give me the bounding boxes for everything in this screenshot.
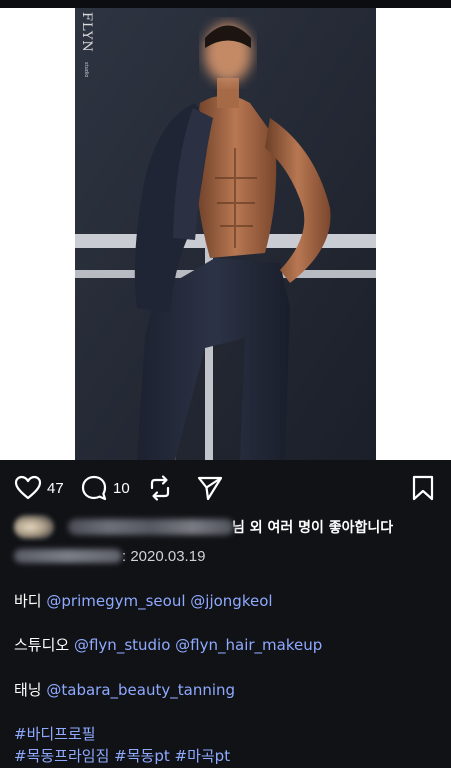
action-bar: 47 10	[0, 470, 451, 506]
mention-link[interactable]: @jjongkeol	[190, 592, 272, 610]
share-button[interactable]	[196, 470, 224, 506]
caption-studio-line: 스튜디오 @flyn_studio @flyn_hair_makeup	[14, 635, 322, 655]
bookmark-icon	[412, 475, 434, 501]
caption-tanning-line: 태닝 @tabara_beauty_tanning	[14, 680, 235, 700]
like-count: 47	[47, 479, 64, 497]
fitness-portrait-image	[75, 8, 376, 460]
hashtag-link[interactable]: #바디프로필	[14, 725, 96, 743]
post-media[interactable]: FLYN studio	[0, 8, 451, 460]
post-photo[interactable]: FLYN studio	[75, 8, 376, 460]
comment-count: 10	[113, 479, 130, 497]
liker-name-redacted[interactable]	[68, 519, 234, 535]
mention-link[interactable]: @flyn_hair_makeup	[175, 636, 322, 654]
caption-hashtags-line-1: #바디프로필	[14, 724, 96, 744]
repost-button[interactable]	[147, 470, 173, 506]
likes-summary[interactable]: 님 외 여러 명이 좋아합니다	[14, 514, 439, 540]
caption-label: 태닝	[14, 681, 42, 699]
brand-logo: FLYN	[79, 12, 94, 53]
comment-button[interactable]: 10	[80, 470, 130, 506]
post-date-row: : 2020.03.19	[14, 544, 205, 568]
hashtag-link[interactable]: #목동프라임짐	[14, 747, 109, 765]
mention-link[interactable]: @primegym_seoul	[46, 592, 185, 610]
heart-icon	[14, 475, 42, 500]
caption-label: 스튜디오	[14, 636, 70, 654]
author-redacted	[14, 549, 122, 563]
hashtag-link[interactable]: #목동pt	[114, 747, 170, 765]
repost-icon	[150, 475, 170, 501]
liker-avatar[interactable]	[14, 515, 54, 539]
brand-subtitle: studio	[83, 62, 89, 78]
hashtag-link[interactable]: #마곡pt	[175, 747, 231, 765]
caption-hashtags-line-2: #목동프라임짐 #목동pt #마곡pt	[14, 746, 230, 766]
likes-text: 님 외 여러 명이 좋아합니다	[232, 520, 394, 536]
caption-label: 바디	[14, 592, 42, 610]
caption-body-line: 바디 @primegym_seoul @jjongkeol	[14, 591, 273, 611]
top-bar	[0, 0, 451, 8]
send-icon	[197, 476, 223, 501]
save-button[interactable]	[411, 470, 435, 506]
comment-icon	[81, 475, 107, 501]
post-date: : 2020.03.19	[122, 547, 206, 565]
mention-link[interactable]: @tabara_beauty_tanning	[46, 681, 235, 699]
like-button[interactable]: 47	[14, 470, 64, 506]
mention-link[interactable]: @flyn_studio	[74, 636, 170, 654]
